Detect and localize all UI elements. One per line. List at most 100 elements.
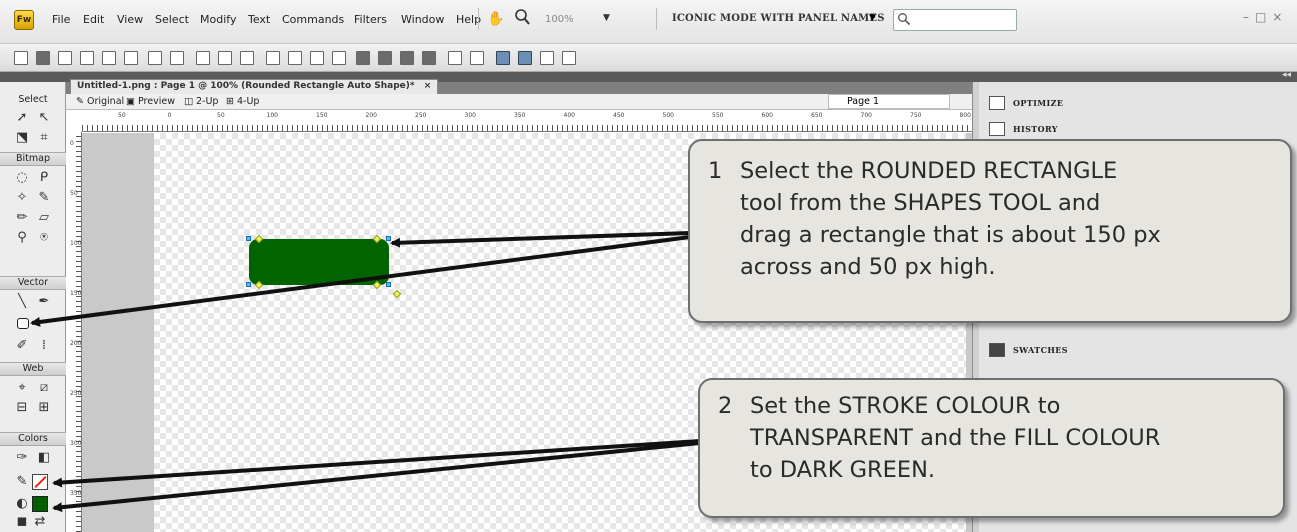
subselect-tool-icon[interactable]: ↖ xyxy=(36,110,52,126)
import-icon[interactable] xyxy=(80,51,94,65)
ungroup-icon[interactable] xyxy=(288,51,302,65)
document-tab[interactable]: Untitled-1.png : Page 1 @ 100% (Rounded … xyxy=(70,79,439,94)
instruction-callout-1: 1 Select the ROUNDED RECTANGLE tool from… xyxy=(688,139,1292,323)
selection-handle[interactable] xyxy=(386,282,391,287)
pointer-tool-icon[interactable]: ➚ xyxy=(14,110,30,126)
history-panel-tab[interactable]: HISTORY xyxy=(987,117,1147,141)
hide-slices-icon[interactable]: ⊟ xyxy=(14,400,30,416)
align-icon[interactable] xyxy=(448,51,462,65)
cut-icon[interactable] xyxy=(196,51,210,65)
crop-tool-icon[interactable]: ⌗ xyxy=(36,130,52,146)
undo-icon[interactable] xyxy=(148,51,162,65)
freeform-tool-icon[interactable]: ✐ xyxy=(14,338,30,354)
brush-tool-icon[interactable]: ✎ xyxy=(36,190,52,206)
menu-view[interactable]: View xyxy=(117,13,143,26)
rounded-rectangle-shape[interactable] xyxy=(249,239,389,285)
pen-tool-icon[interactable]: ✒ xyxy=(36,294,52,310)
selection-handle[interactable] xyxy=(246,236,251,241)
blur-tool-icon[interactable]: ⚲ xyxy=(14,230,30,246)
selection-handle[interactable] xyxy=(386,236,391,241)
rounded-rectangle-tool-icon[interactable] xyxy=(17,318,29,329)
paste-icon[interactable] xyxy=(240,51,254,65)
slice-tool-icon[interactable]: ⧄ xyxy=(36,380,52,396)
selection-handle[interactable] xyxy=(246,282,251,287)
bring-to-front-icon[interactable] xyxy=(356,51,370,65)
line-tool-icon[interactable]: ╲ xyxy=(14,294,30,310)
menu-edit[interactable]: Edit xyxy=(83,13,104,26)
rotate-ccw-icon[interactable] xyxy=(496,51,510,65)
menu-bar: Fw File Edit View Select Modify Text Com… xyxy=(0,0,1297,44)
rubber-stamp-tool-icon[interactable]: ⍟ xyxy=(36,230,52,246)
swap-colors-icon[interactable]: ⇄ xyxy=(32,514,48,530)
menu-commands[interactable]: Commands xyxy=(282,13,344,26)
menu-window[interactable]: Window xyxy=(401,13,444,26)
ruler-label: 500 xyxy=(662,112,674,119)
menu-modify[interactable]: Modify xyxy=(200,13,236,26)
marquee-tool-icon[interactable]: ◌ xyxy=(14,170,30,186)
print-icon[interactable] xyxy=(124,51,138,65)
swatches-panel-tab[interactable]: SWATCHES xyxy=(987,338,1147,362)
preview-label: Preview xyxy=(138,96,175,107)
rotate-cw-icon[interactable] xyxy=(518,51,532,65)
magic-wand-tool-icon[interactable]: ✧ xyxy=(14,190,30,206)
search-input[interactable] xyxy=(893,9,1017,31)
eyedropper-tool-icon[interactable]: ✑ xyxy=(14,450,30,466)
callout-number: 1 xyxy=(708,158,723,184)
export-icon[interactable] xyxy=(102,51,116,65)
join-icon[interactable] xyxy=(310,51,324,65)
zoom-tool-icon[interactable] xyxy=(514,8,530,26)
preview-bar: ✎ Original ▣ Preview ◫ 2-Up ⊞ 4-Up Page … xyxy=(66,94,972,110)
scale-tool-icon[interactable]: ⬔ xyxy=(14,130,30,146)
text-tool-icon[interactable]: ⁞ xyxy=(36,338,52,354)
workspace-mode-selector[interactable]: ICONIC MODE WITH PANEL NAMES xyxy=(672,13,885,24)
menu-filters[interactable]: Filters xyxy=(354,13,387,26)
collapse-panels-icon[interactable]: ◂◂ xyxy=(1282,70,1291,80)
window-controls[interactable]: –□× xyxy=(1243,10,1288,24)
copy-icon[interactable] xyxy=(218,51,232,65)
menu-file[interactable]: File xyxy=(52,13,70,26)
hand-tool-icon[interactable]: ✋ xyxy=(487,11,504,27)
group-icon[interactable] xyxy=(266,51,280,65)
page-selector[interactable]: Page 1 xyxy=(828,94,950,109)
hotspot-tool-icon[interactable]: ⌖ xyxy=(14,380,30,396)
original-label: Original xyxy=(86,96,125,107)
save-icon[interactable] xyxy=(36,51,50,65)
new-file-icon[interactable] xyxy=(14,51,28,65)
redo-icon[interactable] xyxy=(170,51,184,65)
ruler-label: 350 xyxy=(514,112,526,119)
tools-colors-heading: Colors xyxy=(0,432,66,446)
menu-select[interactable]: Select xyxy=(155,13,189,26)
optimize-label: OPTIMIZE xyxy=(1013,98,1064,108)
eraser-tool-icon[interactable]: ▱ xyxy=(36,210,52,226)
fireworks-logo: Fw xyxy=(14,10,34,30)
optimize-panel-tab[interactable]: OPTIMIZE xyxy=(987,91,1147,115)
send-to-back-icon[interactable] xyxy=(422,51,436,65)
zoom-level-field[interactable]: 100% xyxy=(545,14,574,25)
close-icon[interactable]: × xyxy=(424,81,432,91)
ruler-label: 200 xyxy=(365,112,377,119)
align-dropdown-icon[interactable] xyxy=(470,51,484,65)
ruler-label: 300 xyxy=(70,440,82,447)
lasso-tool-icon[interactable]: ᑭ xyxy=(36,170,52,186)
show-slices-icon[interactable]: ⊞ xyxy=(36,400,52,416)
two-up-label: 2-Up xyxy=(196,96,219,107)
chevron-down-icon[interactable]: ▼ xyxy=(869,13,876,23)
stroke-color-swatch[interactable] xyxy=(32,474,48,490)
history-icon xyxy=(989,122,1005,136)
split-icon[interactable] xyxy=(332,51,346,65)
default-colors-icon[interactable]: ◼ xyxy=(14,514,30,530)
send-backward-icon[interactable] xyxy=(400,51,414,65)
pencil-tool-icon[interactable]: ✏ xyxy=(14,210,30,226)
flip-horizontal-icon[interactable] xyxy=(540,51,554,65)
chevron-down-icon[interactable]: ▼ xyxy=(603,13,610,23)
paint-bucket-tool-icon[interactable]: ◧ xyxy=(36,450,52,466)
bring-forward-icon[interactable] xyxy=(378,51,392,65)
four-up-view-tab[interactable]: ⊞ 4-Up xyxy=(226,96,259,107)
menu-text[interactable]: Text xyxy=(248,13,270,26)
open-icon[interactable] xyxy=(58,51,72,65)
two-up-view-tab[interactable]: ◫ 2-Up xyxy=(184,96,218,107)
preview-view-tab[interactable]: ▣ Preview xyxy=(126,96,175,107)
original-view-tab[interactable]: ✎ Original xyxy=(76,96,124,107)
flip-vertical-icon[interactable] xyxy=(562,51,576,65)
fill-color-swatch[interactable] xyxy=(32,496,48,512)
